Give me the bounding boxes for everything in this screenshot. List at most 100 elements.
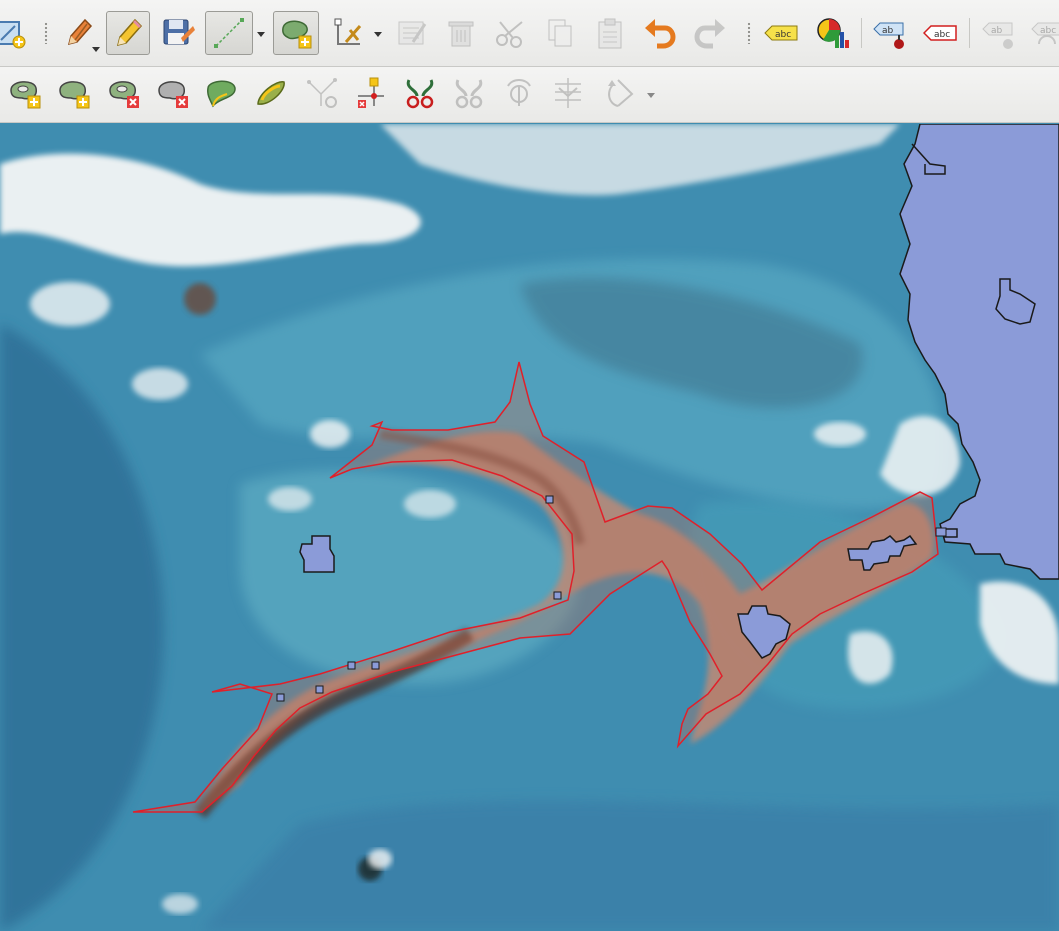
offset-curve-button[interactable]: [249, 71, 293, 115]
chevron-down-icon: [92, 46, 100, 52]
diagram-icon: [817, 18, 849, 48]
add-polygon-button[interactable]: [273, 11, 319, 55]
surf-spot: [162, 894, 198, 914]
line-digitize-icon: [214, 18, 244, 48]
highlight-labels-button[interactable]: abc: [918, 11, 962, 55]
svg-text:ab: ab: [991, 26, 1003, 36]
new-layer-icon: [0, 21, 26, 49]
vertex-marker[interactable]: [315, 685, 324, 694]
cloud-puff: [310, 420, 350, 448]
redo-icon: [694, 19, 725, 49]
toggle-editing-button[interactable]: [106, 11, 150, 55]
label-red-icon: abc: [923, 25, 957, 41]
toolbar-grip[interactable]: [44, 22, 48, 44]
layer-labeling-button[interactable]: abc: [759, 11, 803, 55]
vertex-marker[interactable]: [553, 591, 562, 600]
surf-spot: [368, 849, 392, 869]
undo-button[interactable]: [638, 11, 682, 55]
copy-icon: [548, 19, 572, 47]
vertex-tool-icon: [334, 18, 362, 45]
vertex-marker[interactable]: [545, 495, 554, 504]
vertex-marker[interactable]: [276, 693, 285, 702]
scissors-icon: [496, 21, 523, 48]
simplify-icon: [307, 78, 337, 108]
toolbar-separator: [969, 18, 970, 48]
redo-button[interactable]: [688, 11, 732, 55]
undo-icon: [645, 19, 676, 49]
merge-scissors-icon: [455, 79, 483, 109]
deep-water-south: [200, 800, 1059, 931]
chevron-down-icon: [374, 31, 382, 37]
label-gray-icon: ab: [982, 22, 1013, 49]
trash-icon: [448, 21, 474, 47]
rotate-symbols-icon: [507, 79, 531, 106]
pin-labels-button[interactable]: ab: [868, 11, 912, 55]
floppy-disk-icon: [163, 19, 195, 45]
offset-curve-icon: [257, 81, 285, 105]
dark-spot: [184, 283, 216, 315]
rotate-tool-dropdown[interactable]: [644, 88, 658, 102]
save-edits-button[interactable]: [156, 11, 200, 55]
modify-attributes-button[interactable]: [390, 11, 434, 55]
cut-features-button[interactable]: [489, 11, 533, 55]
split-features-button[interactable]: [349, 71, 393, 115]
add-ring-icon: [10, 81, 41, 109]
delete-ring-button[interactable]: [102, 71, 146, 115]
label-gray-icon: abc: [1031, 22, 1059, 45]
add-ring-button[interactable]: [3, 71, 47, 115]
split-features-icon: [358, 77, 384, 108]
vertex-marker[interactable]: [347, 661, 356, 670]
paste-icon: [598, 18, 622, 49]
cloud-puff: [404, 490, 456, 518]
delete-selected-button[interactable]: [439, 11, 483, 55]
cloud-puff: [30, 282, 110, 326]
rotate-point-symbols-button[interactable]: [497, 71, 541, 115]
digitizing-toolbar: abc ab abc ab abc: [0, 0, 1059, 67]
layer-diagram-button[interactable]: [810, 11, 854, 55]
chevron-down-icon: [647, 92, 655, 98]
digitize-line-button[interactable]: [205, 11, 253, 55]
reshape-icon: [207, 80, 236, 108]
toolbar-separator: [861, 18, 862, 48]
satellite-raster-map[interactable]: [0, 124, 1059, 931]
toolbar-grip[interactable]: [747, 22, 751, 44]
vertex-marker[interactable]: [371, 661, 380, 670]
chevron-down-icon: [257, 31, 265, 37]
add-polygon-icon: [282, 20, 312, 49]
advanced-digitizing-toolbar: [0, 67, 1059, 123]
svg-text:abc: abc: [934, 30, 950, 40]
vertex-tool-dropdown[interactable]: [371, 27, 385, 41]
pencil-icon: [116, 18, 143, 47]
new-layer-button[interactable]: [0, 11, 34, 55]
merge-features-button[interactable]: [398, 71, 442, 115]
delete-ring-icon: [109, 81, 139, 108]
delete-part-icon: [158, 81, 188, 108]
svg-text:abc: abc: [775, 30, 791, 40]
pin-label-icon: ab: [873, 22, 904, 49]
cloud-puff: [268, 487, 312, 511]
rotate-label-button[interactable]: abc: [1026, 11, 1059, 55]
vertex-tool-button[interactable]: [327, 11, 371, 55]
reshape-features-button[interactable]: [200, 71, 244, 115]
label-yellow-icon: abc: [764, 25, 798, 41]
merge-scissors-icon: [406, 79, 434, 109]
rotate-feature-button[interactable]: [597, 71, 641, 115]
cloud-puff: [132, 368, 188, 400]
edit-menu-dropdown[interactable]: [89, 42, 103, 56]
svg-text:abc: abc: [1040, 26, 1056, 36]
vertex-marker[interactable]: [935, 527, 947, 537]
merge-attributes-button[interactable]: [447, 71, 491, 115]
offset-point-symbols-button[interactable]: [546, 71, 590, 115]
copy-features-button[interactable]: [538, 11, 582, 55]
paste-features-button[interactable]: [588, 11, 632, 55]
simplify-feature-button[interactable]: [300, 71, 344, 115]
svg-text:ab: ab: [882, 26, 894, 36]
move-label-button[interactable]: ab: [977, 11, 1021, 55]
map-canvas[interactable]: [0, 124, 1059, 931]
add-part-icon: [59, 81, 90, 109]
add-part-button[interactable]: [52, 71, 96, 115]
modify-attributes-icon: [398, 21, 427, 45]
digitize-mode-dropdown[interactable]: [254, 27, 268, 41]
cloud-puff: [814, 422, 866, 446]
delete-part-button[interactable]: [151, 71, 195, 115]
